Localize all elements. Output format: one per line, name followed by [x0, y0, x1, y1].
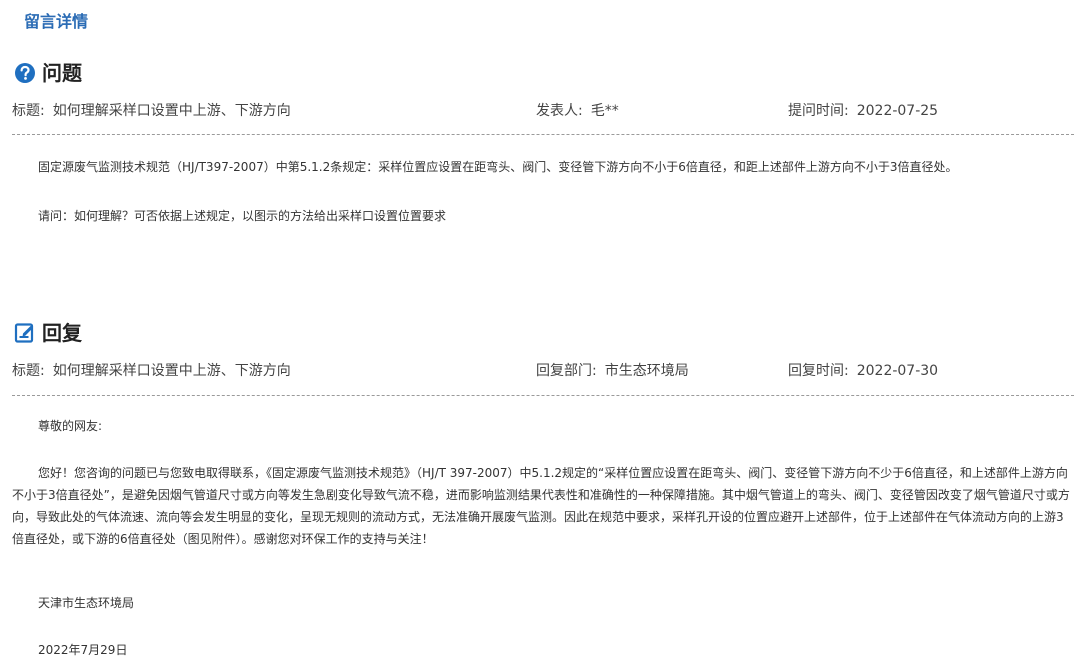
question-time-value: 2022-07-25 — [856, 103, 939, 119]
reply-title-label: 标题: — [12, 363, 45, 379]
reply-date: 2022年7月29日 — [38, 643, 128, 657]
reply-signature: 天津市生态环境局 — [38, 596, 135, 610]
reply-time-value: 2022-07-30 — [856, 363, 939, 379]
reply-greeting: 尊敬的网友: — [38, 419, 103, 433]
reply-meta-row: 标题: 如何理解采样口设置中上游、下游方向 回复部门: 市生态环境局 回复时间: 20… — [12, 360, 1074, 382]
question-section-header: 问题 — [14, 58, 82, 88]
edit-document-icon — [14, 322, 36, 344]
question-title-label: 标题: — [12, 103, 45, 119]
reply-section-header: 回复 — [14, 318, 82, 348]
question-author-value: 毛** — [590, 103, 619, 119]
reply-time-label: 回复时间: — [788, 363, 849, 379]
reply-heading: 回复 — [42, 321, 82, 345]
question-meta-row: 标题: 如何理解采样口设置中上游、下游方向 发表人: 毛** 提问时间: 2022-0… — [12, 100, 1074, 122]
reply-body: 您好！您咨询的问题已与您致电取得联系，《固定源废气监测技术规范》（HJ/T 39… — [12, 466, 1070, 546]
reply-dept-value: 市生态环境局 — [604, 363, 689, 379]
reply-divider — [12, 395, 1074, 396]
question-heading: 问题 — [42, 61, 82, 85]
question-circle-icon — [14, 62, 36, 84]
page-title: 留言详情 — [24, 12, 89, 31]
question-author-label: 发表人: — [536, 103, 583, 119]
question-title-value: 如何理解采样口设置中上游、下游方向 — [52, 103, 291, 119]
reply-title-value: 如何理解采样口设置中上游、下游方向 — [52, 363, 291, 379]
question-paragraph: 请问：如何理解？可否依据上述规定，以图示的方法给出采样口设置位置要求 — [38, 209, 447, 223]
reply-dept-label: 回复部门: — [536, 363, 597, 379]
question-time-label: 提问时间: — [788, 103, 849, 119]
question-divider — [12, 134, 1074, 135]
question-paragraph: 固定源废气监测技术规范（HJ/T397-2007）中第5.1.2条规定：采样位置… — [38, 160, 958, 174]
